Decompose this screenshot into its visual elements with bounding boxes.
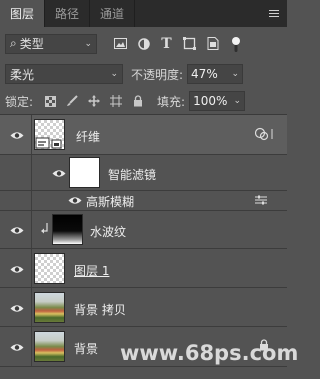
layer-name[interactable]: 智能滤镜 — [108, 166, 156, 183]
chevron-down-icon[interactable]: ⌄ — [232, 69, 240, 79]
tab-channels[interactable]: 通道 — [90, 0, 136, 27]
lock-artboard-icon[interactable] — [105, 92, 127, 110]
layer-row-smart-filters[interactable]: 智能滤镜 — [0, 155, 287, 191]
layer-row-fiber[interactable]: 纤维 — [0, 115, 287, 155]
layer-name[interactable]: 水波纹 — [90, 223, 126, 240]
tab-layers[interactable]: 图层 — [0, 0, 46, 27]
layer-thumbnail-photo — [34, 292, 65, 323]
chevron-down-icon: ⌄ — [84, 38, 92, 49]
column-divider — [31, 327, 32, 366]
opacity-value: 47% — [191, 67, 218, 81]
menu-icon — [269, 10, 279, 17]
lock-row: 锁定: 填充: 100% ⌄ — [0, 88, 287, 114]
filter-effects-icon[interactable] — [254, 127, 277, 144]
clipping-mask-arrow-icon — [41, 223, 49, 238]
chevron-down-icon: ⌄ — [110, 69, 118, 79]
layer-thumbnail — [52, 214, 83, 245]
fill-value: 100% — [193, 94, 228, 108]
lock-image-pixels-brush-icon[interactable] — [61, 92, 83, 110]
tab-paths-label: 路径 — [55, 7, 80, 21]
visibility-eye-icon[interactable] — [9, 342, 25, 352]
filter-toggle-icon[interactable] — [224, 34, 247, 54]
layer-name[interactable]: 高斯模糊 — [86, 193, 134, 210]
visibility-eye-icon[interactable] — [9, 130, 25, 140]
filter-kind-label: 类型 — [19, 37, 44, 51]
filter-adjustment-icon[interactable] — [132, 34, 155, 54]
search-icon: ⌕ — [10, 36, 17, 50]
smart-filter-mask-thumbnail — [69, 157, 100, 188]
column-divider — [31, 211, 32, 248]
lock-position-move-icon[interactable] — [83, 92, 105, 110]
tab-channels-label: 通道 — [100, 7, 125, 21]
layer-kind-filter-select[interactable]: ⌕ 类型 ⌄ — [5, 33, 97, 54]
tab-layers-label: 图层 — [10, 7, 35, 21]
layer-name[interactable]: 背景 — [74, 340, 98, 357]
filter-smart-object-icon[interactable] — [201, 34, 224, 54]
visibility-eye-icon[interactable] — [67, 195, 83, 205]
visibility-eye-icon[interactable] — [9, 225, 25, 235]
filter-shape-icon[interactable] — [178, 34, 201, 54]
fill-input[interactable]: 100% ⌄ — [189, 91, 246, 111]
tab-paths[interactable]: 路径 — [45, 0, 91, 27]
column-divider — [31, 191, 32, 210]
column-divider — [31, 115, 32, 154]
panel-tabbar: 图层 路径 通道 — [0, 0, 287, 27]
layers-list: 纤维 智能滤镜 高斯模糊 水波纹 图层 1 背景 拷贝 背景 — [0, 115, 287, 379]
blend-mode-value: 柔光 — [10, 67, 35, 82]
layer-thumbnail-photo — [34, 331, 65, 362]
layer-thumbnail — [34, 119, 65, 150]
lock-transparent-pixels-icon[interactable] — [39, 92, 61, 110]
opacity-label: 不透明度: — [131, 67, 184, 82]
layer-thumbnail — [34, 253, 65, 284]
blend-row: 柔光 ⌄ 不透明度: 47% ⌄ — [0, 60, 287, 88]
fill-label: 填充: — [157, 94, 186, 109]
panel-menu-button[interactable] — [261, 0, 287, 27]
layer-name[interactable]: 图层 1 — [74, 262, 109, 279]
filter-type-icon[interactable]: T — [155, 34, 178, 54]
layer-name[interactable]: 背景 拷贝 — [74, 301, 126, 318]
column-divider — [31, 249, 32, 287]
filter-row: ⌕ 类型 ⌄ T — [0, 27, 287, 60]
layer-row-background-copy[interactable]: 背景 拷贝 — [0, 288, 287, 327]
column-divider — [31, 288, 32, 326]
lock-label: 锁定: — [5, 94, 34, 109]
layer-row-layer-1[interactable]: 图层 1 — [0, 249, 287, 288]
layer-row-water-ripple[interactable]: 水波纹 — [0, 211, 287, 249]
blend-mode-select[interactable]: 柔光 ⌄ — [5, 64, 123, 84]
filter-blending-options-icon[interactable] — [255, 194, 267, 208]
visibility-eye-icon[interactable] — [9, 303, 25, 313]
visibility-eye-icon[interactable] — [9, 264, 25, 274]
watermark-text: www.68ps.com — [120, 341, 299, 365]
opacity-input[interactable]: 47% ⌄ — [187, 64, 244, 84]
filter-pixel-icon[interactable] — [109, 34, 132, 54]
layer-row-gaussian-blur[interactable]: 高斯模糊 — [0, 191, 287, 211]
layer-name[interactable]: 纤维 — [76, 128, 100, 145]
lock-all-icon[interactable] — [127, 92, 149, 110]
column-divider — [31, 155, 32, 190]
chevron-down-icon[interactable]: ⌄ — [234, 96, 242, 106]
visibility-eye-icon[interactable] — [51, 168, 67, 178]
